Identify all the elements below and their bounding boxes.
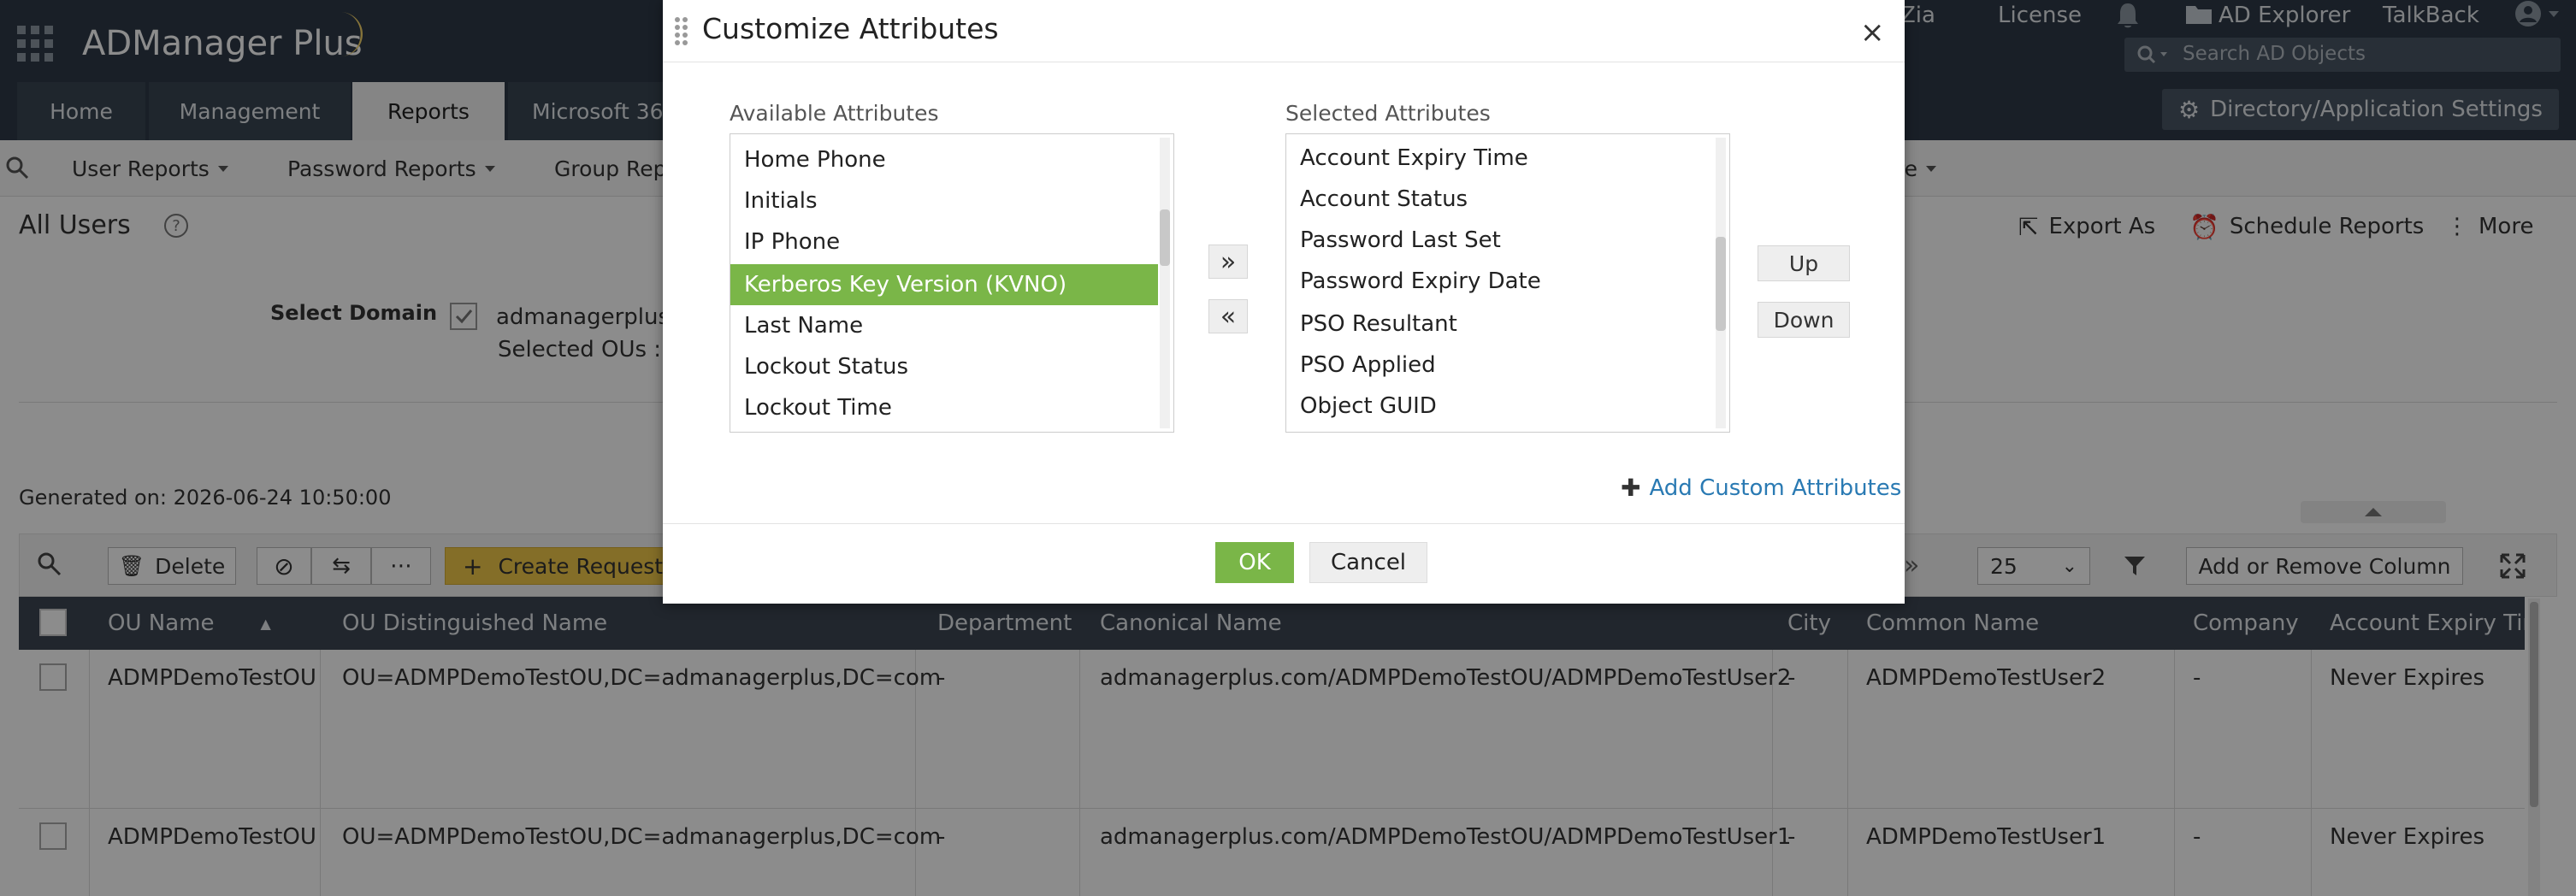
selected-attributes-label: Selected Attributes: [1285, 101, 1491, 126]
ok-button[interactable]: OK: [1215, 542, 1294, 583]
available-attributes-label: Available Attributes: [730, 101, 939, 126]
list-item[interactable]: Password Expiry Date: [1286, 261, 1714, 302]
available-attributes-list[interactable]: Home Phone Initials IP Phone Kerberos Ke…: [730, 133, 1174, 433]
remove-attribute-button[interactable]: «: [1208, 299, 1248, 333]
list-item-selected[interactable]: Kerberos Key Version (KVNO): [730, 264, 1158, 305]
list-item[interactable]: IP Phone: [730, 221, 1158, 262]
list-item[interactable]: PSO Applied: [1286, 345, 1714, 386]
scrollbar-thumb[interactable]: [1716, 237, 1726, 331]
dialog-footer-divider: [663, 523, 1905, 524]
move-up-button[interactable]: Up: [1758, 245, 1850, 281]
selected-attributes-list[interactable]: Account Expiry Time Account Status Passw…: [1285, 133, 1730, 433]
cancel-button[interactable]: Cancel: [1309, 542, 1427, 583]
list-item[interactable]: Object GUID: [1286, 386, 1714, 427]
list-item[interactable]: Lockout Time: [730, 387, 1158, 428]
list-item[interactable]: Home Phone: [730, 139, 1158, 180]
move-down-button[interactable]: Down: [1758, 302, 1850, 338]
available-list-scrollbar[interactable]: [1160, 138, 1170, 428]
list-item[interactable]: Account Status: [1286, 179, 1714, 220]
dialog-title: Customize Attributes: [702, 12, 999, 45]
list-item[interactable]: Initials: [730, 180, 1158, 221]
list-item[interactable]: PSO Resultant: [1286, 304, 1714, 345]
plus-icon: ✚: [1621, 474, 1641, 502]
add-attribute-button[interactable]: »: [1208, 245, 1248, 279]
list-item[interactable]: Account Expiry Time: [1286, 138, 1714, 179]
scrollbar-thumb[interactable]: [1160, 209, 1170, 266]
drag-handle-icon[interactable]: [675, 17, 688, 45]
add-custom-attributes-label: Add Custom Attributes: [1649, 475, 1902, 501]
selected-list-scrollbar[interactable]: [1716, 138, 1726, 428]
close-icon[interactable]: ×: [1860, 15, 1885, 50]
customize-attributes-dialog: Customize Attributes × Available Attribu…: [663, 0, 1905, 604]
list-item[interactable]: Password Last Set: [1286, 220, 1714, 261]
list-item[interactable]: Last Name: [730, 305, 1158, 346]
add-custom-attributes-link[interactable]: ✚ Add Custom Attributes: [1621, 474, 1901, 502]
list-item[interactable]: Lockout Status: [730, 346, 1158, 387]
